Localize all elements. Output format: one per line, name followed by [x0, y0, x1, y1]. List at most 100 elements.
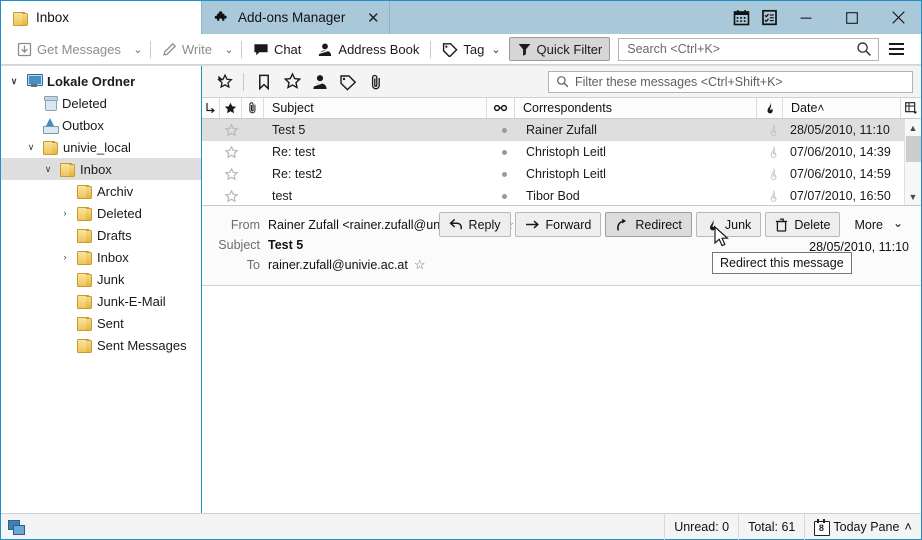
message-row[interactable]: test Tibor Bod 07/07/2010, 16:50 — [202, 185, 904, 205]
chevron-up-icon: ˄ — [904, 519, 912, 534]
forward-button[interactable]: Forward — [514, 212, 602, 237]
scroll-down-icon[interactable]: ▼ — [905, 188, 922, 205]
thread-column-icon[interactable] — [202, 98, 220, 118]
folder-item-inbox-4[interactable]: ∨ Inbox — [1, 158, 201, 180]
tag-filter-icon[interactable] — [335, 70, 361, 94]
starred-bookmark-icon[interactable] — [251, 70, 277, 94]
to-value[interactable]: rainer.zufall@univie.ac.at — [268, 255, 408, 275]
today-pane-button[interactable]: Today Pane ˄ — [804, 513, 921, 540]
message-date: 07/06/2010, 14:59 — [790, 167, 891, 181]
star-icon[interactable] — [220, 167, 242, 181]
unread-filter-icon[interactable] — [212, 70, 238, 94]
message-row[interactable]: Re: test Christoph Leitl 07/06/2010, 14:39 — [202, 141, 904, 163]
folder-item-label: Junk — [97, 271, 125, 287]
tab-inbox[interactable]: Inbox — [1, 1, 201, 34]
window-close-icon[interactable] — [875, 1, 921, 34]
message-row[interactable]: Re: test2 Christoph Leitl 07/06/2010, 14:5… — [202, 163, 904, 185]
junk-icon[interactable] — [760, 145, 786, 159]
junk-icon[interactable] — [760, 167, 786, 181]
search-icon[interactable] — [856, 41, 872, 57]
unread-column-icon[interactable] — [487, 98, 515, 118]
global-search-box[interactable] — [618, 37, 879, 61]
twisty-expanded-icon[interactable]: ∨ — [41, 164, 55, 175]
search-icon — [556, 75, 569, 88]
junk-icon[interactable] — [760, 123, 786, 137]
twisty-collapsed-icon[interactable]: › — [58, 208, 72, 218]
star-filter-icon[interactable] — [279, 70, 305, 94]
twisty-expanded-icon[interactable]: ∨ — [7, 76, 21, 87]
folder-item-lokale-ordner-0[interactable]: ∨ Lokale Ordner — [1, 70, 201, 92]
reply-button[interactable]: Reply — [438, 212, 511, 237]
maximize-icon[interactable] — [829, 1, 875, 34]
quick-filter-input[interactable] — [575, 74, 905, 89]
junk-column-icon[interactable] — [757, 98, 783, 118]
chat-label: Chat — [273, 41, 302, 57]
close-icon[interactable]: ✕ — [353, 7, 380, 29]
star-icon[interactable] — [220, 189, 242, 203]
attachment-filter-icon[interactable] — [363, 70, 389, 94]
folder-item-deleted-6[interactable]: › Deleted — [1, 202, 201, 224]
tag-button[interactable]: Tag ⌄ — [434, 37, 508, 61]
minimize-icon[interactable] — [783, 1, 829, 34]
star-icon[interactable] — [220, 145, 242, 159]
quick-filter-search-box[interactable] — [548, 70, 913, 93]
calendar-icon[interactable] — [727, 1, 755, 34]
twisty-expanded-icon[interactable]: ∨ — [24, 142, 38, 153]
more-button[interactable]: More ⌄ — [844, 212, 913, 237]
tab-addons-manager[interactable]: Add-ons Manager ✕ — [201, 1, 391, 34]
folder-item-label: Sent — [97, 315, 124, 331]
app-menu-icon[interactable] — [883, 36, 909, 62]
chat-button[interactable]: Chat — [245, 37, 309, 61]
scroll-up-icon[interactable]: ▲ — [905, 119, 922, 136]
folder-item-junk-9[interactable]: Junk — [1, 268, 201, 290]
scrollbar-thumb[interactable] — [906, 136, 921, 162]
subject-column-header[interactable]: Subject — [264, 98, 487, 118]
delete-label: Delete — [794, 217, 831, 232]
message-row[interactable]: Test 5 Rainer Zufall 28/05/2010, 11:10 — [202, 119, 904, 141]
unread-indicator[interactable] — [490, 193, 518, 199]
date-column-header[interactable]: Date ˄ — [783, 98, 901, 118]
message-subject: test — [272, 189, 293, 203]
star-column-icon[interactable] — [220, 98, 242, 118]
column-picker-icon[interactable] — [901, 98, 921, 118]
message-action-bar: Reply Forward Redirect Junk Delete More ⌄ — [438, 212, 913, 237]
correspondents-column-header[interactable]: Correspondents — [515, 98, 757, 118]
folder-item-inbox-8[interactable]: › Inbox — [1, 246, 201, 268]
message-list-scrollbar[interactable]: ▲ ▼ — [904, 119, 921, 205]
get-messages-button[interactable]: Get Messages — [9, 37, 129, 61]
offline-status-icon[interactable] — [1, 519, 31, 535]
quick-filter-button[interactable]: Quick Filter — [508, 37, 611, 61]
twisty-collapsed-icon[interactable]: › — [58, 252, 72, 262]
star-icon[interactable] — [220, 123, 242, 137]
search-input[interactable] — [627, 42, 856, 56]
folder-item-drafts-7[interactable]: Drafts — [1, 224, 201, 246]
more-label: More — [854, 217, 883, 232]
unread-indicator[interactable] — [490, 171, 518, 177]
contact-filter-icon[interactable] — [307, 70, 333, 94]
junk-icon[interactable] — [760, 189, 786, 203]
get-messages-dropdown[interactable]: ⌄ — [129, 37, 147, 61]
write-button[interactable]: Write — [154, 37, 220, 61]
tasks-icon[interactable] — [755, 1, 783, 34]
address-book-label: Address Book — [338, 41, 420, 57]
redirect-button[interactable]: Redirect — [605, 212, 692, 237]
folder-item-sent-11[interactable]: Sent — [1, 312, 201, 334]
delete-button[interactable]: Delete — [765, 212, 841, 237]
folder-item-junk-e-mail-10[interactable]: Junk-E-Mail — [1, 290, 201, 312]
folder-item-univie-local-3[interactable]: ∨ univie_local — [1, 136, 201, 158]
address-book-button[interactable]: Address Book — [309, 37, 427, 61]
folder-item-sent-messages-12[interactable]: Sent Messages — [1, 334, 201, 356]
folder-item-deleted-1[interactable]: Deleted — [1, 92, 201, 114]
folder-item-outbox-2[interactable]: Outbox — [1, 114, 201, 136]
star-icon[interactable]: ☆ — [414, 255, 426, 275]
quick-filter-label: Quick Filter — [536, 41, 603, 57]
folder-item-archiv-5[interactable]: Archiv — [1, 180, 201, 202]
write-dropdown[interactable]: ⌄ — [220, 37, 238, 61]
folder-item-label: Drafts — [97, 227, 132, 243]
unread-indicator[interactable] — [490, 127, 518, 133]
today-pane-label: Today Pane — [833, 519, 900, 534]
attachment-column-icon[interactable] — [242, 98, 264, 118]
unread-indicator[interactable] — [490, 149, 518, 155]
message-list-column-headers: Subject Correspondents Date ˄ — [202, 98, 921, 119]
folder-icon — [77, 184, 92, 199]
